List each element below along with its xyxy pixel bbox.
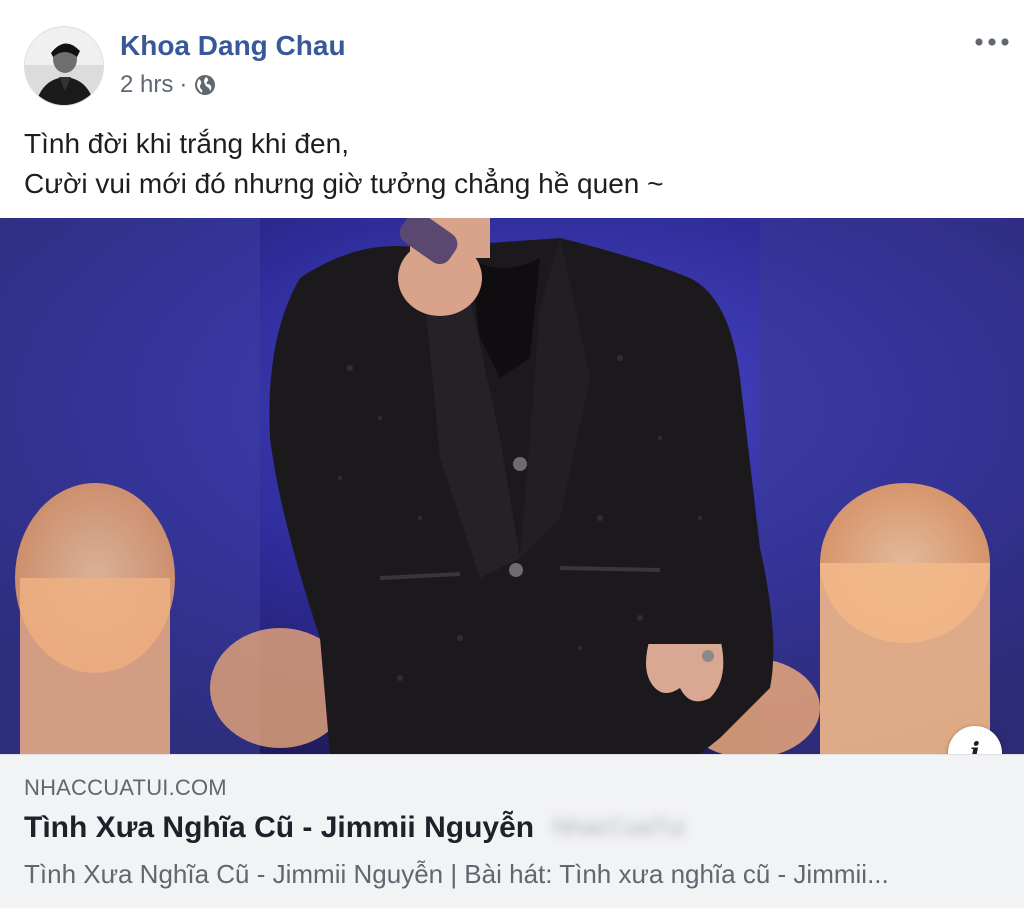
link-title: Tình Xưa Nghĩa Cũ - Jimmii Nguyễn NhacCu… [24,811,984,845]
facebook-post: Khoa Dang Chau 2 hrs · Tình đời khi trắn… [0,0,1024,908]
link-description: Tình Xưa Nghĩa Cũ - Jimmii Nguyễn | Bài … [24,859,889,889]
post-timestamp[interactable]: 2 hrs [120,71,173,99]
globe-icon[interactable] [193,73,217,97]
link-preview-box[interactable]: NHACCUATUI.COM Tình Xưa Nghĩa Cũ - Jimmi… [0,754,1024,908]
post-meta: 2 hrs · [120,71,217,99]
singer-photo [0,218,1024,754]
author-name[interactable]: Khoa Dang Chau [120,30,346,62]
post-text-line: Tình đời khi trắng khi đen, [24,128,349,159]
avatar-image [25,27,103,105]
more-dots-icon [975,38,1009,46]
meta-separator: · [179,71,188,98]
link-preview-image[interactable] [0,218,1024,754]
link-domain: NHACCUATUI.COM [24,775,227,800]
post-text-line: Cười vui mới đó nhưng giờ tưởng chẳng hề… [24,168,664,199]
post-text: Tình đời khi trắng khi đen, Cười vui mới… [24,124,1004,204]
link-title-text: Tình Xưa Nghĩa Cũ - Jimmii Nguyễn [24,811,535,844]
more-options-button[interactable] [974,28,1010,56]
blurred-title-suffix: NhacCuaTui [552,814,685,841]
post-header: Khoa Dang Chau 2 hrs · [0,0,1024,120]
avatar[interactable] [24,26,104,106]
